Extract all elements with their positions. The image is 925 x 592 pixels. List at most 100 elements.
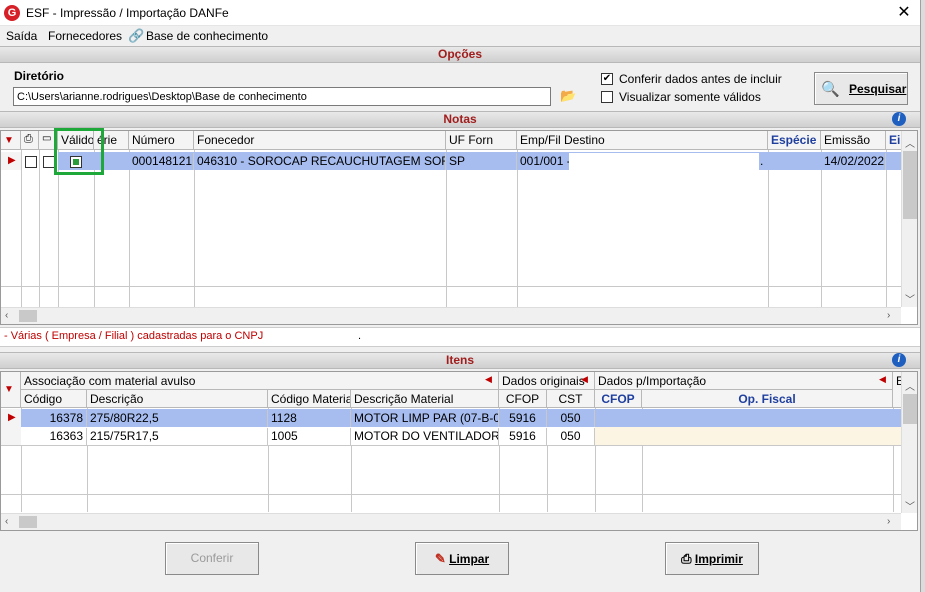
itens-header: Itens [0, 352, 920, 369]
somente-validos-label: Visualizar somente válidos [619, 90, 761, 104]
scroll-thumb[interactable] [903, 394, 917, 424]
col-op-fiscal[interactable]: Op. Fiscal [642, 390, 893, 408]
cell-uf: SP [446, 153, 517, 170]
col-cfop-import[interactable]: CFOP [595, 390, 642, 408]
col-emissao[interactable]: Emissão [821, 131, 886, 150]
cell-cod-material: 1128 [268, 410, 351, 427]
itens-hscroll[interactable]: ‹ › [1, 513, 901, 530]
scroll-right-icon[interactable]: › [887, 310, 890, 321]
collapse-icon[interactable]: ◀ [485, 374, 492, 385]
cell-numero: 000148121 [129, 153, 194, 170]
scroll-left-icon[interactable]: ‹ [5, 310, 8, 321]
app-logo-icon: G [4, 5, 20, 21]
collapse-icon[interactable]: ◀ [879, 374, 886, 385]
status-message: - Várias ( Empresa / Filial ) cadastrada… [0, 327, 920, 347]
col-uf[interactable]: UF Forn [446, 131, 517, 150]
scroll-thumb-h[interactable] [19, 310, 37, 322]
menu-base-conhecimento[interactable]: Base de conhecimento [146, 29, 268, 43]
scroll-right-icon[interactable]: › [887, 516, 890, 527]
cell-desc-material: MOTOR DO VENTILADOR ... [351, 428, 499, 445]
limpar-label: Limpar [449, 552, 490, 566]
notas-header: Notas [0, 111, 920, 128]
col-descricao[interactable]: Descrição [87, 390, 268, 408]
scroll-thumb-h[interactable] [19, 516, 37, 528]
directory-label: Diretório [14, 69, 65, 83]
cell-cfop: 5916 [499, 410, 547, 427]
somente-validos-checkbox[interactable] [601, 91, 613, 103]
info-icon-itens[interactable]: i [892, 353, 906, 367]
cell-descricao: 275/80R22,5 [87, 410, 268, 427]
itens-grid: ▼ Associação com material avulso ◀ Dados … [0, 371, 918, 531]
group-dados-importacao: Dados p/Importação ◀ [595, 372, 893, 390]
notas-hscroll[interactable]: ‹ › [1, 307, 901, 324]
cell-cst: 050 [547, 428, 595, 445]
col-cfop[interactable]: CFOP [499, 390, 547, 408]
cell-fornecedor: 046310 - SOROCAP RECAUCHUTAGEM SOROC... [194, 153, 446, 170]
eraser-icon: ✎ [434, 551, 446, 566]
scroll-thumb[interactable] [903, 151, 917, 219]
directory-input[interactable] [13, 87, 551, 106]
limpar-button[interactable]: ✎ Limpar [415, 542, 509, 575]
col-numero[interactable]: Número [129, 131, 194, 150]
cell-codigo: 16363 [21, 428, 87, 445]
cell-cfop: 5916 [499, 428, 547, 445]
cell-emissao: 14/02/2022 [821, 153, 886, 170]
printer-icon: ⎙ [21, 131, 39, 150]
col-emp[interactable]: Emp/Fil Destino [517, 131, 768, 150]
row-pointer-icon: ▶ [8, 412, 16, 423]
scroll-up-icon[interactable]: ︿ [905, 378, 915, 393]
notas-vscroll[interactable]: ︿ ﹀ [901, 131, 917, 307]
col-ei[interactable]: Ei [886, 131, 902, 150]
redacted-area [569, 153, 759, 170]
status-text: - Várias ( Empresa / Filial ) cadastrada… [4, 330, 264, 342]
cell-cod-material: 1005 [268, 428, 351, 445]
cell-descricao: 215/75R17,5 [87, 428, 268, 445]
printer-icon: ⎙ [681, 551, 692, 566]
notas-grid: ▼ ⎙ ▭ Válido érie Número Fonecedor UF Fo… [0, 128, 918, 325]
row-print-checkbox[interactable] [25, 156, 37, 168]
row-indicator: ▶ [1, 409, 21, 427]
sort-arrow-icon[interactable]: ▼ [1, 131, 21, 150]
pesquisar-button[interactable]: 🔍 Pesquisar [814, 72, 908, 105]
pesquisar-label: Pesquisar [849, 82, 907, 96]
import-cells[interactable] [595, 427, 901, 445]
conferir-dados-label: Conferir dados antes de incluir [619, 72, 782, 86]
info-icon[interactable]: i [892, 112, 906, 126]
scroll-down-icon[interactable]: ﹀ [905, 291, 915, 306]
group-dados-originais: Dados originais ◀ [499, 372, 595, 390]
col-descricao-material[interactable]: Descrição Material [351, 390, 499, 408]
opcoes-header: Opções [0, 46, 920, 63]
row-pointer-icon: ▶ [8, 155, 16, 166]
conferir-button[interactable]: Conferir [165, 542, 259, 575]
search-icon: 🔍 [821, 81, 840, 98]
col-codigo[interactable]: Código [21, 390, 87, 408]
background-window-edge [920, 0, 925, 592]
cell-desc-material: MOTOR LIMP PAR (07-B-00... [351, 410, 499, 427]
window-title: ESF - Impressão / Importação DANFe [26, 6, 229, 20]
itens-vscroll[interactable]: ︿ ﹀ [901, 372, 917, 513]
col-fornecedor[interactable]: Fonecedor [194, 131, 446, 150]
conferir-dados-checkbox[interactable]: ✔ [601, 73, 613, 85]
imprimir-button[interactable]: ⎙ Imprimir [665, 542, 759, 575]
col-codigo-material[interactable]: Código Material [268, 390, 351, 408]
row-indicator [1, 427, 21, 445]
col-especie[interactable]: Espécie [768, 131, 821, 150]
scroll-up-icon[interactable]: ︿ [905, 135, 915, 150]
folder-open-icon[interactable]: 📂 [560, 88, 576, 103]
cell-emp: 001/001 - [520, 154, 571, 168]
sort-arrow-icon[interactable]: ▼ [1, 372, 21, 408]
scroll-left-icon[interactable]: ‹ [5, 516, 8, 527]
group-associacao: Associação com material avulso ◀ [21, 372, 499, 390]
close-icon[interactable]: ✕ [893, 2, 915, 24]
link-icon: 🔗 [128, 28, 145, 43]
menu-fornecedores[interactable]: Fornecedores [48, 29, 122, 43]
col-cst[interactable]: CST [547, 390, 595, 408]
menu-saida[interactable]: Saída [6, 29, 37, 43]
scroll-down-icon[interactable]: ﹀ [905, 498, 915, 513]
highlight-box [54, 128, 104, 175]
collapse-icon[interactable]: ◀ [581, 374, 588, 385]
row-indicator: ▶ [1, 152, 21, 170]
cell-cst: 050 [547, 410, 595, 427]
cell-emp-end: . [760, 154, 764, 168]
cell-codigo: 16378 [21, 410, 87, 427]
